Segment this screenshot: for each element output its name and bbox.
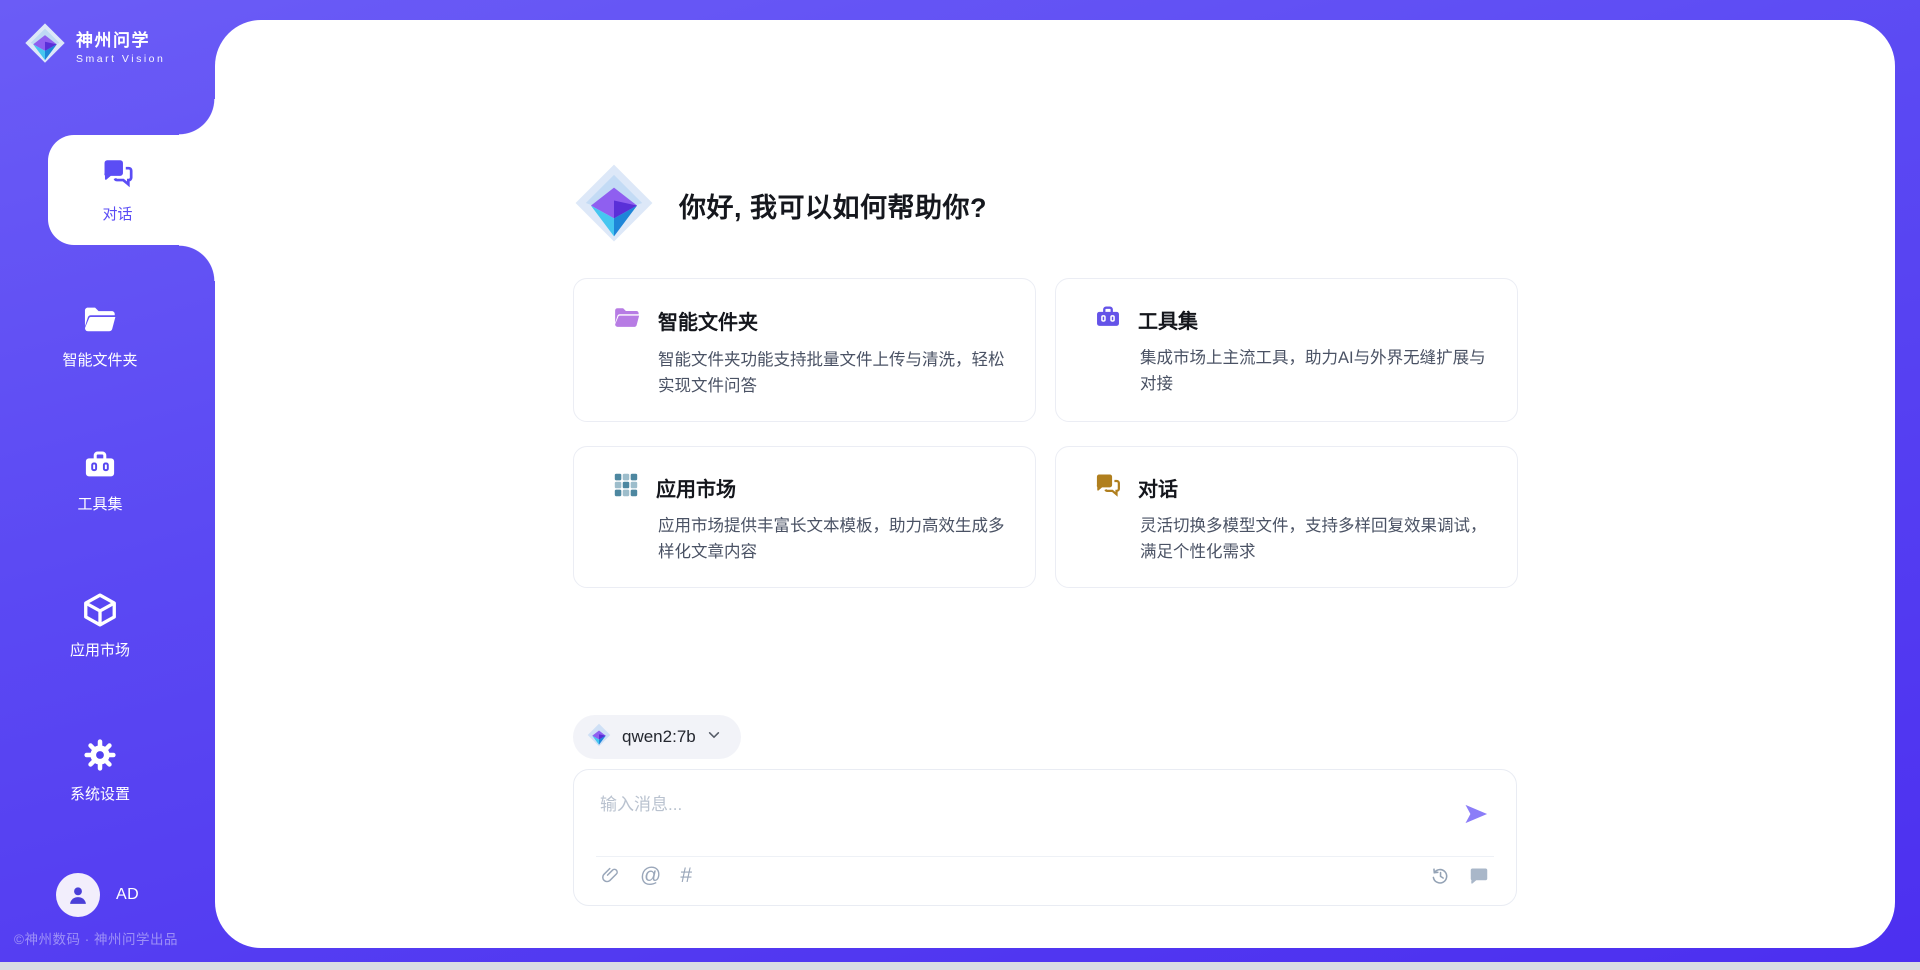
copyright-text: ©神州数码 · 神州问学出品 [14,928,178,948]
message-input[interactable] [600,790,1430,850]
send-icon[interactable] [1462,800,1490,828]
feature-cards: 智能文件夹 智能文件夹功能支持批量文件上传与清洗，轻松实现文件问答 工具集 集成… [573,278,1518,588]
folder-icon [612,303,642,338]
history-icon[interactable] [1429,865,1451,887]
user-account[interactable]: AD [56,873,139,917]
sidebar-item-label: 工具集 [77,493,122,514]
sidebar-item-app-market[interactable]: 应用市场 [0,570,200,680]
model-diamond-icon [587,723,611,752]
toolbox-icon [1094,303,1122,336]
sidebar-item-label: 应用市场 [70,639,130,660]
hero: 你好, 我可以如何帮助你? [573,162,987,249]
model-selector[interactable]: qwen2:7b [573,715,741,759]
main-panel: 你好, 我可以如何帮助你? 智能文件夹 智能文件夹功能支持批量文件上传与清洗，轻… [215,20,1895,948]
avatar [56,873,100,917]
composer-tools: @ # [600,865,692,886]
message-composer: @ # [573,769,1517,906]
topic-icon[interactable]: # [680,865,692,886]
card-chat[interactable]: 对话 灵活切换多模型文件，支持多样回复效果调试，满足个性化需求 [1055,446,1518,588]
card-description: 智能文件夹功能支持批量文件上传与清洗，轻松实现文件问答 [658,348,1007,399]
card-title: 工具集 [1138,305,1198,334]
conversations-icon[interactable] [1468,865,1490,887]
app-grid-icon [612,471,640,504]
chat-icon [1094,471,1122,504]
card-description: 应用市场提供丰富长文本模板，助力高效生成多样化文章内容 [658,514,1007,565]
brand-subtitle: Smart Vision [76,53,165,65]
card-description: 灵活切换多模型文件，支持多样回复效果调试，满足个性化需求 [1140,514,1489,565]
brand-logo: 神州问学 Smart Vision [24,22,165,69]
card-description: 集成市场上主流工具，助力AI与外界无缝扩展与对接 [1140,346,1489,397]
toolbox-icon [82,447,118,483]
sidebar-item-settings[interactable]: 系统设置 [0,715,200,825]
sidebar-item-smart-folder[interactable]: 智能文件夹 [0,280,200,390]
brand-diamond-icon [24,22,66,69]
attachment-icon[interactable] [600,865,621,886]
horizontal-scrollbar[interactable] [0,962,1920,970]
sidebar-item-toolset[interactable]: 工具集 [0,425,200,535]
model-name: qwen2:7b [622,727,696,747]
sidebar-item-label: 智能文件夹 [62,349,137,370]
card-smart-folder[interactable]: 智能文件夹 智能文件夹功能支持批量文件上传与清洗，轻松实现文件问答 [573,278,1036,422]
folder-icon [81,301,119,339]
card-title: 对话 [1138,473,1178,502]
chat-icon [115,156,149,195]
cube-icon [81,591,119,629]
card-toolset[interactable]: 工具集 集成市场上主流工具，助力AI与外界无缝扩展与对接 [1055,278,1518,422]
sidebar-item-label: 系统设置 [70,783,130,804]
app-diamond-icon [573,162,655,249]
card-title: 应用市场 [656,473,736,502]
composer-divider [596,856,1494,857]
chevron-down-icon [707,728,721,747]
greeting-text: 你好, 我可以如何帮助你? [679,186,987,225]
card-title: 智能文件夹 [658,306,758,335]
brand-name: 神州问学 [76,26,165,51]
gear-icon [82,737,118,773]
sidebar: 神州问学 Smart Vision 对话 智能文件夹 [0,0,215,962]
card-app-market[interactable]: 应用市场 应用市场提供丰富长文本模板，助力高效生成多样化文章内容 [573,446,1036,588]
mention-icon[interactable]: @ [640,865,661,886]
sidebar-item-chat[interactable]: 对话 [48,135,215,245]
composer-actions [1429,865,1490,887]
sidebar-item-label: 对话 [102,203,132,224]
user-name: AD [116,886,139,904]
